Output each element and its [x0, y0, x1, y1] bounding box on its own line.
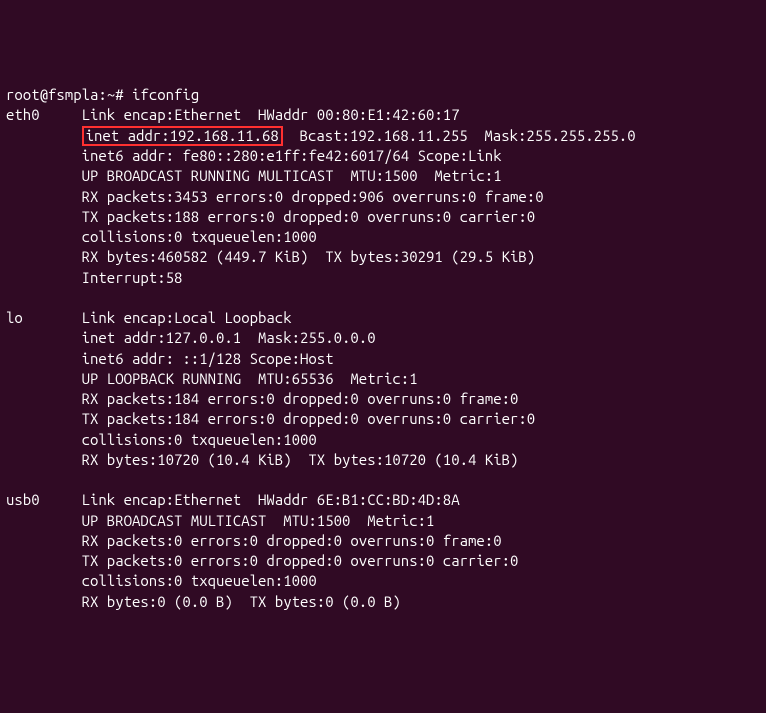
- prompt-sep1: :: [98, 86, 106, 103]
- usb0-line6: RX bytes:0 (0.0 B) TX bytes:0 (0.0 B): [6, 592, 760, 612]
- prompt-path: ~: [107, 86, 115, 103]
- prompt-line[interactable]: root@fsmpla:~# ifconfig: [6, 86, 199, 103]
- lo-line5: RX packets:184 errors:0 dropped:0 overru…: [6, 389, 760, 409]
- iface-lo: loLink encap:Local Loopback: [6, 308, 760, 328]
- inet-addr-highlight: inet addr:192.168.11.68: [82, 126, 283, 147]
- lo-line4: UP LOOPBACK RUNNING MTU:65536 Metric:1: [6, 369, 760, 389]
- iface-name-usb0: usb0: [6, 490, 82, 510]
- eth0-line4: UP BROADCAST RUNNING MULTICAST MTU:1500 …: [6, 166, 760, 186]
- iface-name-eth0: eth0: [6, 105, 82, 125]
- eth0-line2: inet addr:192.168.11.68 Bcast:192.168.11…: [6, 126, 760, 147]
- usb0-line1: Link encap:Ethernet HWaddr 6E:B1:CC:BD:4…: [82, 490, 460, 510]
- eth0-line9: Interrupt:58: [6, 268, 760, 288]
- usb0-line3: RX packets:0 errors:0 dropped:0 overruns…: [6, 531, 760, 551]
- usb0-line5: collisions:0 txqueuelen:1000: [6, 571, 760, 591]
- prompt-user-host: root@fsmpla: [6, 86, 98, 103]
- iface-eth0: eth0Link encap:Ethernet HWaddr 00:80:E1:…: [6, 105, 760, 125]
- usb0-line4: TX packets:0 errors:0 dropped:0 overruns…: [6, 551, 760, 571]
- lo-line2: inet addr:127.0.0.1 Mask:255.0.0.0: [6, 328, 760, 348]
- eth0-line7: collisions:0 txqueuelen:1000: [6, 227, 760, 247]
- lo-line3: inet6 addr: ::1/128 Scope:Host: [6, 349, 760, 369]
- usb0-line2: UP BROADCAST MULTICAST MTU:1500 Metric:1: [6, 511, 760, 531]
- eth0-line2-rest: Bcast:192.168.11.255 Mask:255.255.255.0: [283, 127, 636, 144]
- eth0-line5: RX packets:3453 errors:0 dropped:906 ove…: [6, 187, 760, 207]
- eth0-line8: RX bytes:460582 (449.7 KiB) TX bytes:302…: [6, 247, 760, 267]
- iface-usb0: usb0Link encap:Ethernet HWaddr 6E:B1:CC:…: [6, 490, 760, 510]
- lo-line8: RX bytes:10720 (10.4 KiB) TX bytes:10720…: [6, 450, 760, 470]
- prompt-sep2: #: [115, 86, 123, 103]
- command-text: ifconfig: [132, 86, 199, 103]
- eth0-line1: Link encap:Ethernet HWaddr 00:80:E1:42:6…: [82, 105, 460, 125]
- eth0-line3: inet6 addr: fe80::280:e1ff:fe42:6017/64 …: [6, 146, 760, 166]
- lo-line1: Link encap:Local Loopback: [82, 308, 292, 328]
- lo-line6: TX packets:184 errors:0 dropped:0 overru…: [6, 409, 760, 429]
- eth0-line6: TX packets:188 errors:0 dropped:0 overru…: [6, 207, 760, 227]
- lo-line7: collisions:0 txqueuelen:1000: [6, 430, 760, 450]
- iface-name-lo: lo: [6, 308, 82, 328]
